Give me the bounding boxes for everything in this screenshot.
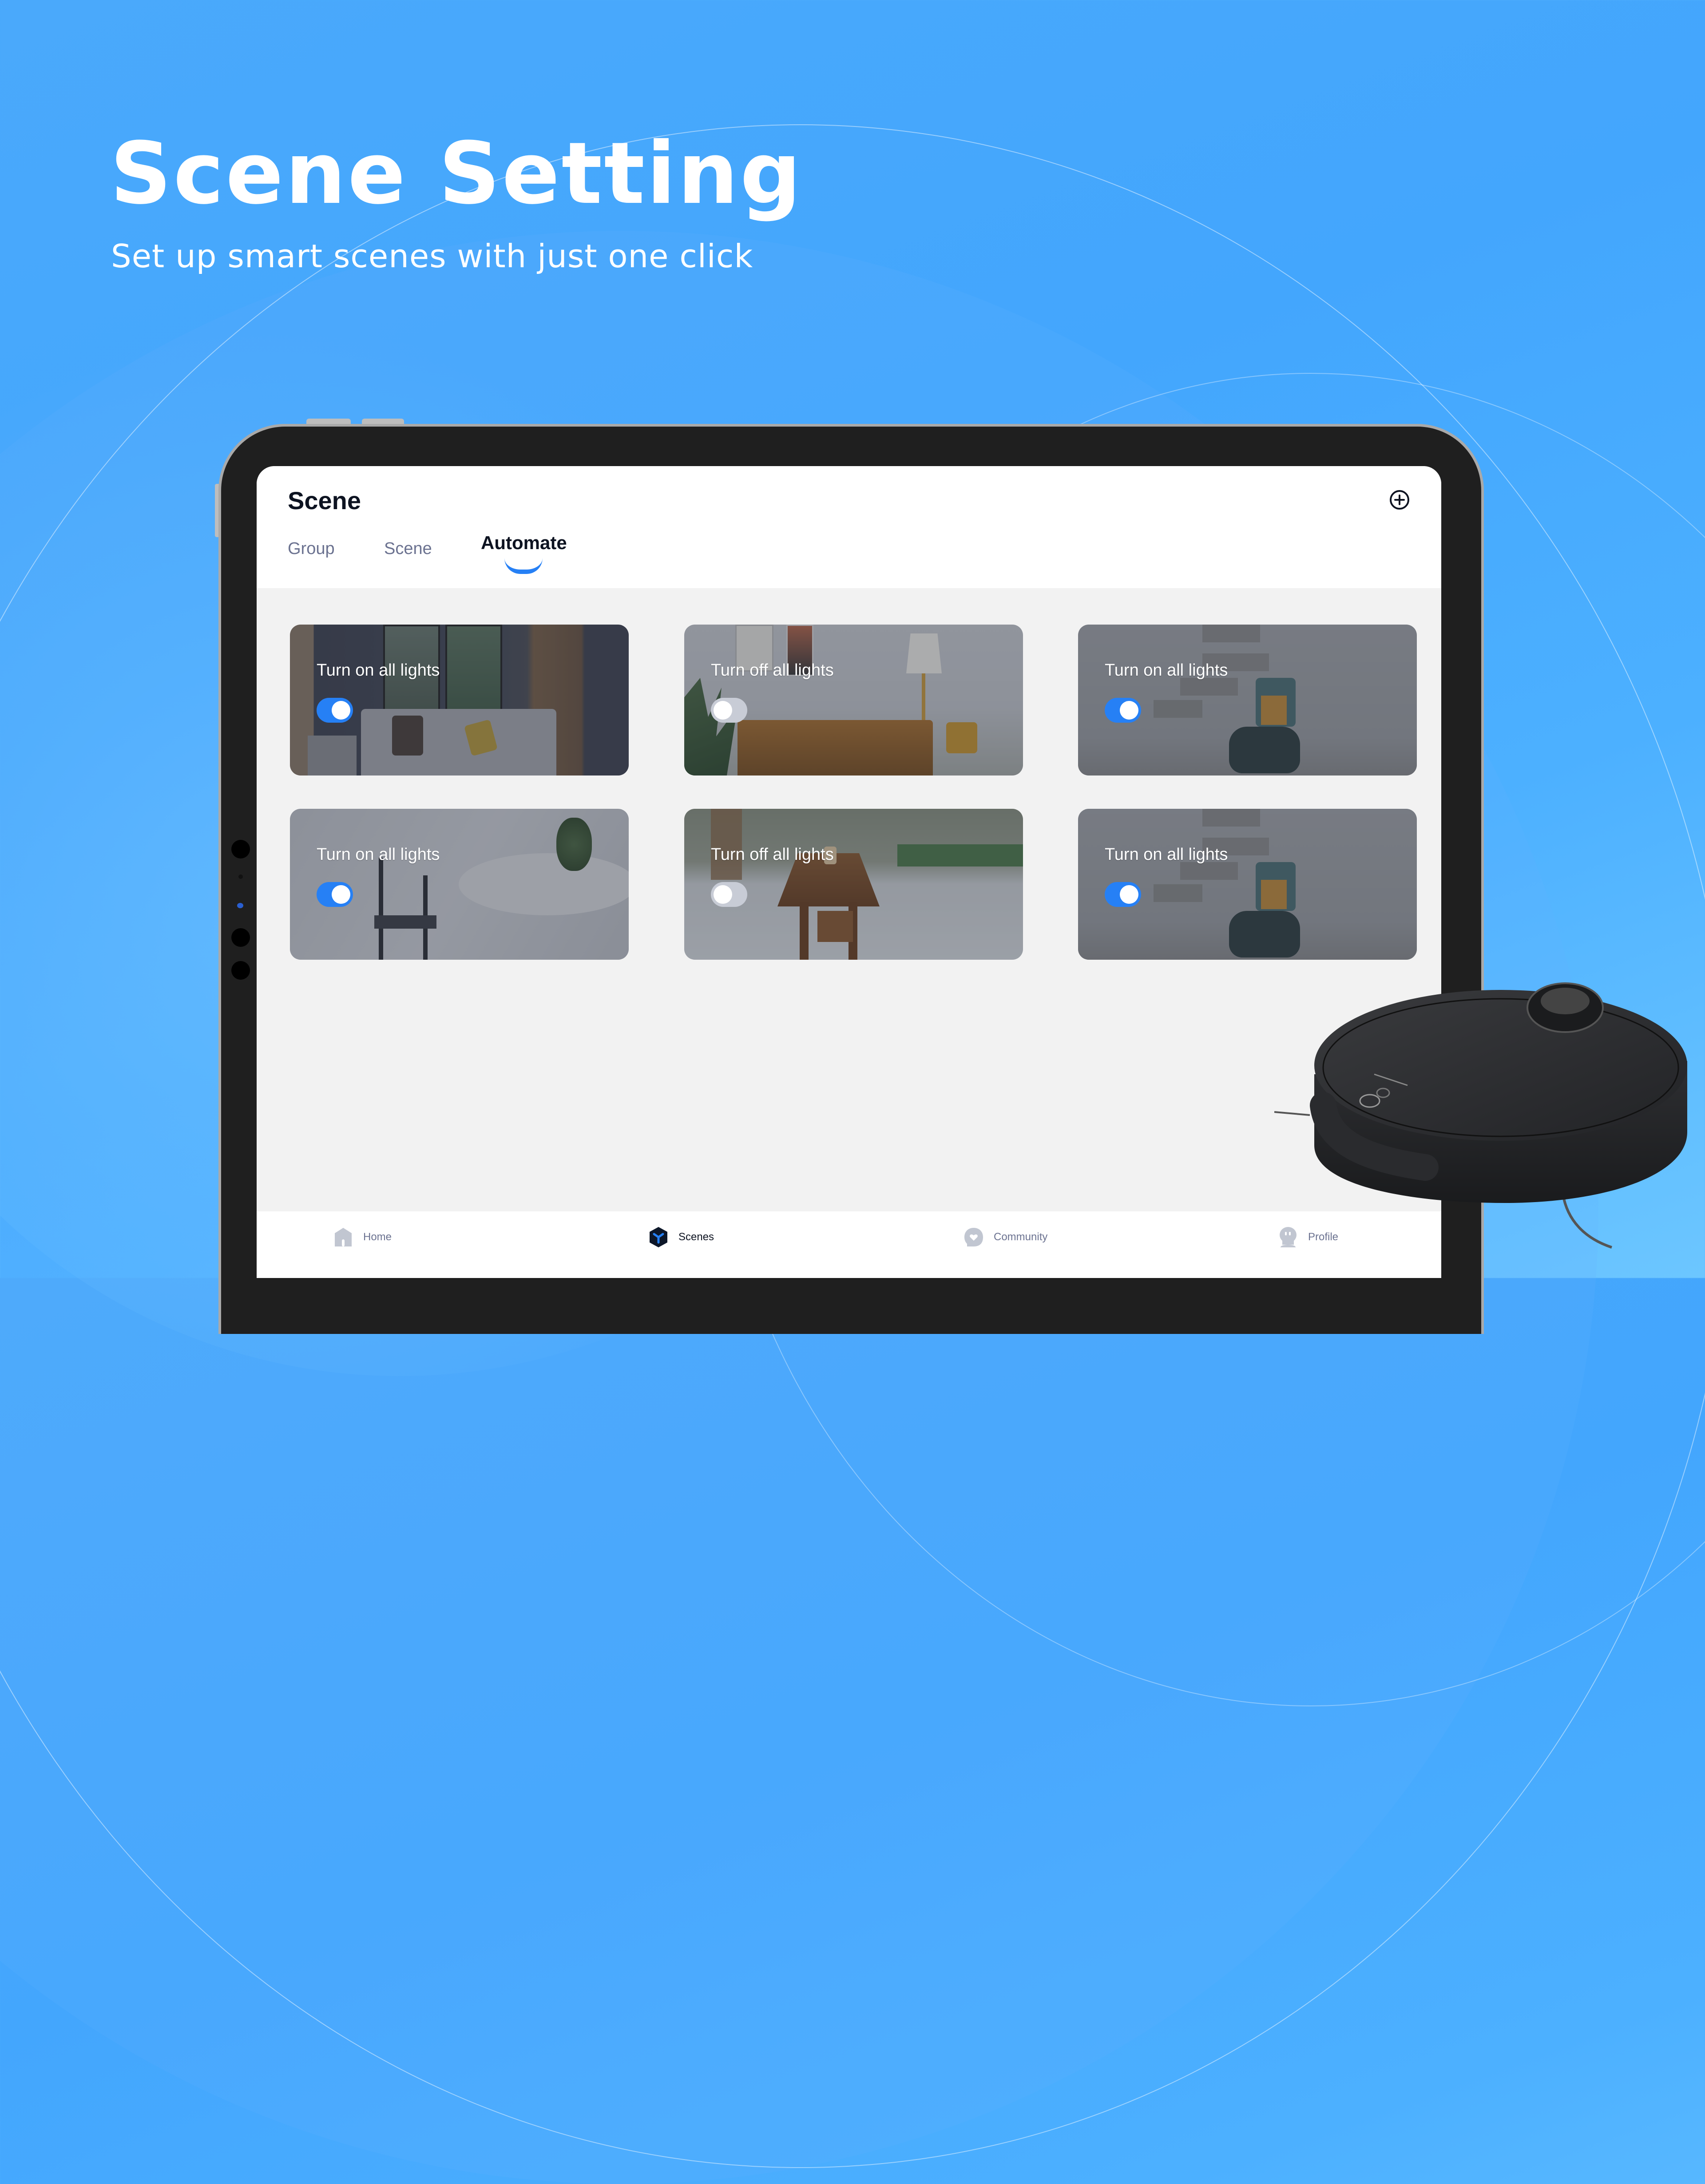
automation-toggle[interactable] <box>711 698 747 723</box>
automation-toggle[interactable] <box>1105 698 1141 723</box>
tablet-volume-button <box>306 419 351 424</box>
automation-label: Turn on all lights <box>1105 845 1228 864</box>
automation-card[interactable]: Turn on all lights <box>1078 809 1417 960</box>
automation-label: Turn on all lights <box>1105 661 1228 680</box>
tablet-camera <box>231 928 250 947</box>
automation-label: Turn off all lights <box>711 845 834 864</box>
tablet-sensor <box>238 874 243 879</box>
automation-label: Turn on all lights <box>317 845 440 864</box>
toggle-knob <box>714 885 732 904</box>
automation-label: Turn on all lights <box>317 661 440 680</box>
page-title: Scene <box>288 487 361 514</box>
hero-subtitle: Set up smart scenes with just one click <box>111 237 753 275</box>
tablet-volume-button <box>362 419 404 424</box>
tablet-sensor <box>237 903 243 908</box>
side-brush <box>1562 1194 1612 1249</box>
bottom-nav: Home Scenes Community Profile <box>257 1211 1441 1278</box>
automation-toggle[interactable] <box>1105 882 1141 907</box>
automation-card[interactable]: Turn on all lights <box>290 625 629 775</box>
scenes-cube-icon <box>650 1227 667 1247</box>
tab-group[interactable]: Group <box>288 539 335 558</box>
automation-card[interactable]: Turn off all lights <box>684 809 1023 960</box>
active-tab-indicator <box>504 558 543 574</box>
automation-toggle[interactable] <box>711 882 747 907</box>
tablet-camera <box>231 961 250 980</box>
toggle-knob <box>1120 885 1138 904</box>
add-automation-button[interactable] <box>1389 489 1410 510</box>
automation-card[interactable]: Turn on all lights <box>290 809 629 960</box>
home-icon <box>335 1228 352 1246</box>
toggle-knob <box>1120 701 1138 720</box>
automation-toggle[interactable] <box>317 698 353 723</box>
toggle-knob <box>332 885 350 904</box>
nav-scenes[interactable]: Scenes <box>647 1224 714 1250</box>
tablet-camera <box>231 840 250 859</box>
nav-label: Scenes <box>678 1231 714 1243</box>
nav-home[interactable]: Home <box>332 1224 392 1250</box>
automation-card[interactable]: Turn on all lights <box>1078 625 1417 775</box>
toggle-knob <box>332 701 350 720</box>
tab-scene[interactable]: Scene <box>384 539 432 558</box>
community-heart-icon <box>964 1228 983 1246</box>
side-brush <box>1274 1111 1310 1116</box>
tab-automate[interactable]: Automate <box>481 532 567 554</box>
robot-vacuum-image <box>1274 982 1687 1249</box>
hero-title: Scene Setting <box>110 124 803 223</box>
nav-label: Home <box>363 1231 392 1243</box>
app-header: Scene Group Scene Automate <box>257 466 1441 588</box>
toggle-knob <box>714 701 732 720</box>
nav-community[interactable]: Community <box>963 1224 1047 1250</box>
automation-label: Turn off all lights <box>711 661 834 680</box>
automation-card[interactable]: Turn off all lights <box>684 625 1023 775</box>
plus-circle-icon <box>1390 490 1409 510</box>
nav-label: Community <box>994 1231 1048 1243</box>
automation-toggle[interactable] <box>317 882 353 907</box>
app-screen: Scene Group Scene Automate Turn on all l… <box>257 466 1441 1278</box>
